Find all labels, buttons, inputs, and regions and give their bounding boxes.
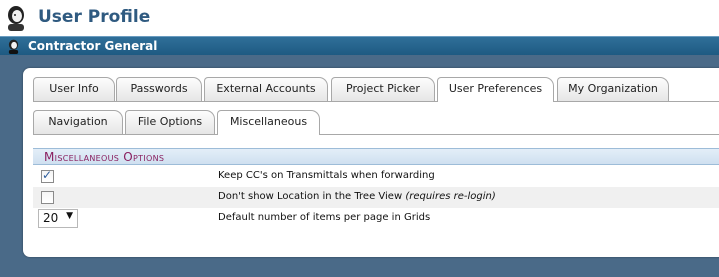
- user-avatar-icon: [8, 39, 19, 54]
- hide-location-label: Don't show Location in the Tree View (re…: [218, 191, 496, 202]
- tab-divider: [33, 134, 217, 135]
- items-per-page-label: Default number of items per page in Grid…: [218, 212, 431, 223]
- context-bar: Contractor General: [0, 36, 719, 55]
- tab-miscellaneous[interactable]: Miscellaneous: [217, 110, 320, 135]
- chevron-down-icon: ▼: [66, 211, 73, 221]
- tab-divider: [320, 134, 719, 135]
- option-row-items-per-page: 20 ▼ Default number of items per page in…: [33, 208, 719, 229]
- user-avatar-icon: [8, 6, 24, 31]
- tab-external-accounts[interactable]: External Accounts: [204, 77, 328, 101]
- keep-cc-checkbox[interactable]: ✓: [41, 168, 54, 183]
- option-row-hide-location: Don't show Location in the Tree View (re…: [33, 187, 719, 208]
- option-row-keep-cc: ✓ Keep CC's on Transmittals when forward…: [33, 166, 719, 187]
- page-header: User Profile: [0, 0, 719, 36]
- tab-passwords[interactable]: Passwords: [116, 77, 202, 101]
- context-title: Contractor General: [28, 39, 158, 53]
- tab-navigation[interactable]: Navigation: [33, 110, 123, 134]
- tab-file-options[interactable]: File Options: [125, 110, 215, 134]
- page-title: User Profile: [38, 7, 151, 27]
- tab-user-info[interactable]: User Info: [33, 77, 115, 101]
- section-header: Miscellaneous Options: [33, 148, 719, 165]
- checkmark-icon: ✓: [42, 168, 53, 182]
- tab-user-preferences[interactable]: User Preferences: [437, 77, 554, 102]
- items-per-page-value: 20: [43, 211, 59, 225]
- hide-location-checkbox[interactable]: [41, 191, 54, 204]
- hide-location-text: Don't show Location in the Tree View: [218, 191, 403, 202]
- section-title: Miscellaneous Options: [44, 150, 165, 164]
- keep-cc-label: Keep CC's on Transmittals when forwardin…: [218, 170, 435, 181]
- tab-my-organization[interactable]: My Organization: [557, 77, 669, 101]
- tab-divider: [33, 101, 719, 102]
- items-per-page-select[interactable]: 20 ▼: [38, 209, 78, 228]
- hide-location-note: (requires re-login): [405, 191, 496, 202]
- tab-project-picker[interactable]: Project Picker: [331, 77, 435, 101]
